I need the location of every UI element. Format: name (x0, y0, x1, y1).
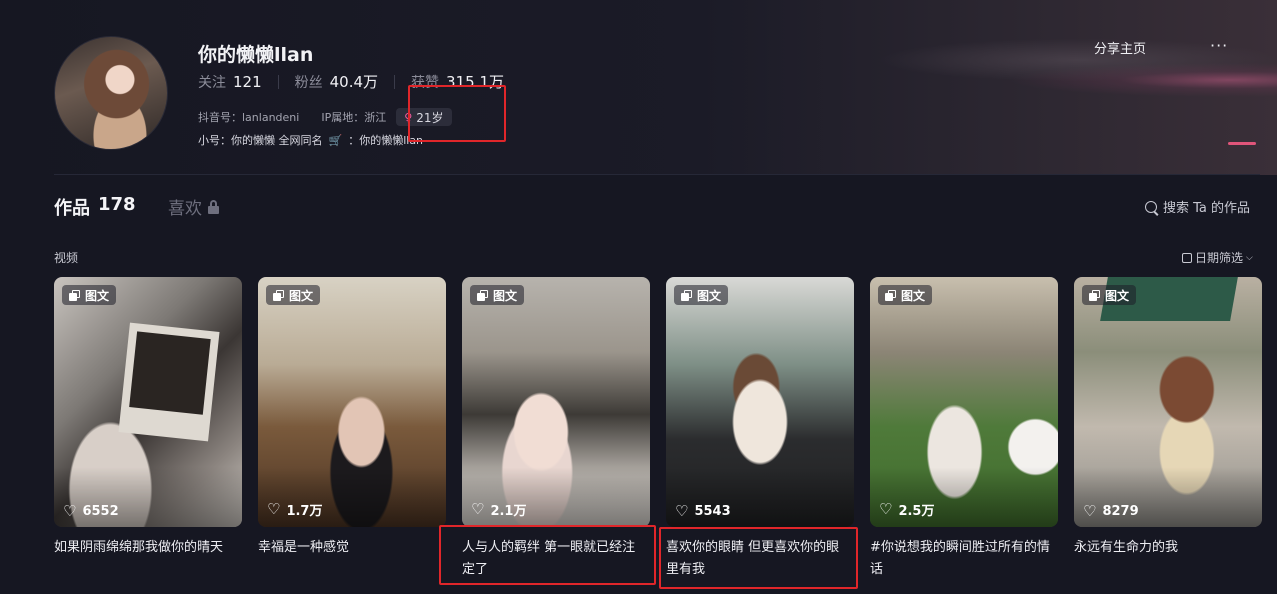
image-set-icon (681, 289, 692, 301)
heart-icon: ♡ (879, 500, 893, 518)
heart-icon: ♡ (1083, 502, 1097, 520)
post-type-badge: 图文 (878, 285, 933, 305)
douyin-id: lanlandeni (242, 110, 300, 124)
post-likes: ♡ 6552 (63, 502, 119, 520)
search-works-button[interactable]: 搜索 Ta 的作品 (1145, 197, 1250, 216)
douyin-id-label: 抖音号： (198, 111, 242, 124)
post-likes-count: 2.5万 (898, 504, 935, 519)
sub-account-line: 小号：你的懒懒 全网同名 🛒 ：你的懒懒llan (198, 132, 423, 148)
tab-works-count: 178 (98, 194, 136, 215)
post-card[interactable]: 图文 ♡ 6552 如果阴雨绵绵那我做你的晴天 (54, 277, 242, 559)
date-filter-button[interactable]: 日期筛选 ⌵ (1182, 249, 1253, 266)
tab-works[interactable]: 作品 178 (54, 194, 136, 220)
post-likes-count: 1.7万 (286, 504, 323, 519)
post-type-badge: 图文 (62, 285, 117, 305)
post-thumbnail[interactable]: 图文 ♡ 1.7万 (258, 277, 446, 527)
avatar[interactable] (54, 36, 168, 150)
following-count[interactable]: 121 (233, 73, 262, 91)
calendar-icon (1182, 252, 1192, 263)
post-card[interactable]: 图文 ♡ 2.1万 人与人的羁绊 第一眼就已经注定了 (462, 277, 650, 581)
post-likes: ♡ 1.7万 (267, 500, 323, 520)
profile-stats: 关注 121 粉丝 40.4万 获赞 315.1万 (198, 71, 504, 92)
following-label: 关注 (198, 74, 226, 91)
heart-icon: ♡ (675, 502, 689, 520)
post-likes: ♡ 2.1万 (471, 500, 527, 520)
heart-icon: ♡ (63, 502, 77, 520)
section-title: 视频 (54, 251, 79, 265)
banner-accent-bar (1228, 142, 1256, 145)
post-likes-count: 8279 (1102, 504, 1139, 519)
image-set-icon (273, 289, 284, 301)
post-type-badge: 图文 (674, 285, 729, 305)
heart-icon: ♡ (267, 500, 281, 518)
ip-label: IP属地： (321, 111, 365, 124)
post-type-label: 图文 (493, 288, 518, 303)
post-likes: ♡ 2.5万 (879, 500, 935, 520)
ip-location: 浙江 (364, 111, 387, 124)
date-filter-label: 日期筛选 (1195, 251, 1244, 265)
post-likes-count: 5543 (694, 504, 731, 519)
image-set-icon (477, 289, 488, 301)
likes-received-count: 315.1万 (446, 73, 504, 91)
image-set-icon (69, 289, 80, 301)
post-thumbnail[interactable]: 图文 ♡ 2.5万 (870, 277, 1058, 527)
post-likes: ♡ 8279 (1083, 502, 1139, 520)
profile-banner (0, 0, 1277, 175)
shopping-cart-icon: 🛒 (328, 133, 343, 147)
post-card[interactable]: 图文 ♡ 1.7万 幸福是一种感觉 (258, 277, 446, 559)
search-label: 搜索 Ta 的作品 (1163, 201, 1251, 216)
image-set-icon (1089, 289, 1100, 301)
post-caption[interactable]: 幸福是一种感觉 (258, 537, 446, 559)
sub-account-label: 小号： (198, 134, 231, 147)
post-thumbnail[interactable]: 图文 ♡ 6552 (54, 277, 242, 527)
post-thumbnail[interactable]: 图文 ♡ 5543 (666, 277, 854, 527)
likes-received-label: 获赞 (411, 74, 440, 91)
post-type-label: 图文 (697, 288, 722, 303)
chevron-down-icon: ⌵ (1246, 252, 1253, 263)
post-type-label: 图文 (1105, 288, 1130, 303)
post-caption[interactable]: 人与人的羁绊 第一眼就已经注定了 (462, 537, 650, 581)
followers-label: 粉丝 (294, 74, 323, 91)
female-icon: ♀ (404, 110, 413, 124)
age-badge: ♀ 21岁 (396, 108, 452, 126)
post-card[interactable]: 图文 ♡ 2.5万 #你说想我的瞬间胜过所有的情话 (870, 277, 1058, 581)
post-type-badge: 图文 (1082, 285, 1137, 305)
post-caption[interactable]: 永远有生命力的我 (1074, 537, 1262, 559)
post-caption[interactable]: #你说想我的瞬间胜过所有的情话 (870, 537, 1058, 581)
image-set-icon (885, 289, 896, 301)
post-likes: ♡ 5543 (675, 502, 731, 520)
tab-likes-label: 喜欢 (168, 199, 202, 219)
sub-account-name[interactable]: 你的懒懒 全网同名 (231, 134, 323, 147)
post-thumbnail[interactable]: 图文 ♡ 2.1万 (462, 277, 650, 527)
post-likes-count: 2.1万 (490, 504, 527, 519)
shop-name[interactable]: 你的懒懒llan (359, 134, 423, 147)
search-icon (1145, 200, 1157, 213)
heart-icon: ♡ (471, 500, 485, 518)
post-card[interactable]: 图文 ♡ 5543 喜欢你的眼睛 但更喜欢你的眼里有我 (666, 277, 854, 581)
post-thumbnail[interactable]: 图文 ♡ 8279 (1074, 277, 1262, 527)
tab-likes[interactable]: 喜欢 (168, 194, 219, 219)
post-card[interactable]: 图文 ♡ 8279 永远有生命力的我 (1074, 277, 1262, 559)
tab-works-label: 作品 (54, 198, 90, 219)
stat-separator (394, 74, 396, 89)
age-text: 21岁 (416, 110, 444, 125)
divider (54, 174, 1260, 175)
more-options-button[interactable]: ··· (1210, 36, 1228, 55)
share-profile-button[interactable]: 分享主页 (1094, 38, 1146, 57)
post-type-badge: 图文 (266, 285, 321, 305)
lock-icon (208, 199, 219, 214)
profile-meta: 抖音号： lanlandeni IP属地： 浙江 ♀ 21岁 (198, 108, 452, 126)
stat-separator (277, 74, 279, 89)
post-type-badge: 图文 (470, 285, 525, 305)
post-type-label: 图文 (901, 288, 926, 303)
post-type-label: 图文 (289, 288, 314, 303)
shop-separator: ： (348, 134, 360, 147)
followers-count[interactable]: 40.4万 (330, 71, 378, 92)
post-likes-count: 6552 (82, 504, 119, 519)
profile-name: 你的懒懒llan (198, 44, 314, 66)
post-caption[interactable]: 如果阴雨绵绵那我做你的晴天 (54, 537, 242, 559)
post-caption[interactable]: 喜欢你的眼睛 但更喜欢你的眼里有我 (666, 537, 854, 581)
post-type-label: 图文 (85, 288, 110, 303)
